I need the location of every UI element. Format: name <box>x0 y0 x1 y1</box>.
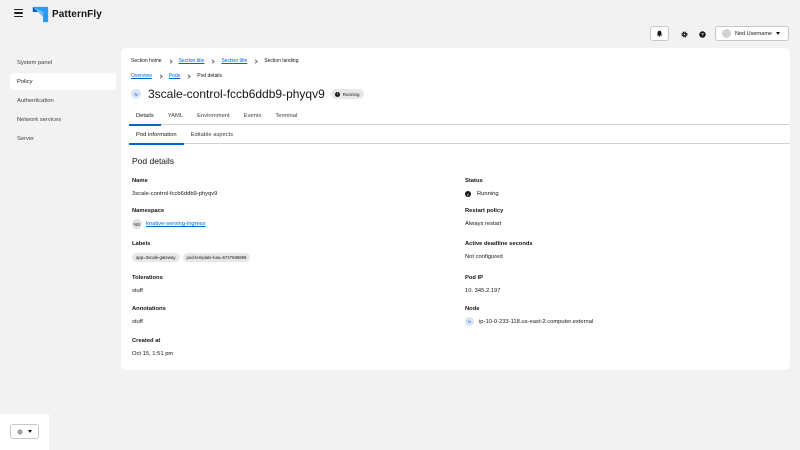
sidebar-item-server[interactable]: Server <box>10 130 116 147</box>
breadcrumb-secondary: Overview Pods Pod details <box>131 73 222 79</box>
labels-list: app=3scale-gateway pod-template-has=6747… <box>132 253 253 262</box>
settings-button[interactable] <box>678 28 690 40</box>
sidebar-item-network-services[interactable]: Network services <box>10 111 116 128</box>
name-field: Name 3scale-control-fccb6ddb9-phyqv9 <box>132 178 217 197</box>
field-value: Oct 15, 1:51 pm <box>132 351 174 357</box>
pod-ip-field: Pod IP 10. 345.2.197 <box>465 275 500 294</box>
subtab-editable-aspects[interactable]: Editable aspects <box>184 126 241 144</box>
field-label: Pod IP <box>465 275 484 281</box>
sun-icon <box>17 428 23 435</box>
tab-environment[interactable]: Environment <box>190 107 237 125</box>
help-button[interactable]: ? <box>696 28 708 40</box>
field-value: NS knative-serving-ingress <box>132 219 206 229</box>
field-label: Labels <box>132 241 151 247</box>
chevron-right-icon <box>253 58 258 64</box>
primary-tabs: Details YAML Environment Events Terminal <box>129 107 790 126</box>
status-text: Running <box>342 91 360 97</box>
main-content-card: Section home Section title Section title… <box>121 48 790 370</box>
patternfly-logo-icon <box>32 6 49 23</box>
chevron-right-icon <box>158 73 163 79</box>
field-value: stuff <box>132 288 143 294</box>
field-label: Tolerations <box>132 275 163 281</box>
field-value: Not configured <box>465 254 503 260</box>
svg-text:?: ? <box>701 32 704 37</box>
breadcrumb-item[interactable]: Section home <box>131 58 162 64</box>
status-field: Status ✓ Running <box>465 178 499 197</box>
subtab-pod-information[interactable]: Pod information <box>129 126 184 145</box>
breadcrumb-current: Section landing <box>264 58 299 64</box>
tab-yaml[interactable]: YAML <box>161 107 190 125</box>
field-value: stuff <box>132 319 143 325</box>
user-name: Ned Username <box>735 30 772 37</box>
bell-icon <box>656 30 663 37</box>
field-value: N ip-10-0-233-118.us-east-2.computer.ext… <box>465 317 593 326</box>
masthead: PatternFly ? Ned Username <box>0 0 800 46</box>
brand-logo[interactable]: PatternFly <box>32 6 102 23</box>
sidebar-item-system-panel[interactable]: System panel <box>10 54 116 71</box>
sidebar-footer <box>0 414 49 450</box>
chevron-right-icon <box>186 73 191 79</box>
breadcrumb-link[interactable]: Section title <box>221 58 247 64</box>
tab-details[interactable]: Details <box>129 107 161 126</box>
namespace-link[interactable]: knative-serving-ingress <box>146 221 206 227</box>
section-title: Pod details <box>132 156 175 166</box>
tab-terminal[interactable]: Terminal <box>268 107 304 125</box>
tab-events[interactable]: Events <box>237 107 269 125</box>
field-label: Status <box>465 178 483 184</box>
avatar <box>722 29 731 38</box>
user-dropdown[interactable]: Ned Username <box>715 26 789 41</box>
labels-field: Labels app=3scale-gateway pod-template-h… <box>132 241 253 262</box>
caret-down-icon <box>776 32 780 35</box>
node-value: ip-10-0-233-118.us-east-2.computer.exter… <box>479 318 594 325</box>
breadcrumb-link[interactable]: Overview <box>131 73 152 79</box>
sidebar-item-policy[interactable]: Policy <box>10 73 116 90</box>
breadcrumb-link[interactable]: Section title <box>179 58 205 64</box>
label-chip[interactable]: app=3scale-gateway <box>132 253 180 262</box>
tolerations-field: Tolerations stuff <box>132 275 163 294</box>
status-value: Running <box>477 191 499 197</box>
field-label: Annotations <box>132 306 166 312</box>
check-circle-icon: ✓ <box>465 191 471 197</box>
help-icon: ? <box>698 30 706 38</box>
field-value: Always restart <box>465 221 502 227</box>
page-title-row: N 3scale-control-fccb6ddb9-phyqv9 i Runn… <box>131 87 364 101</box>
breadcrumb-current: Pod details <box>197 73 222 79</box>
chevron-right-icon <box>210 58 216 64</box>
resource-badge: N <box>131 89 141 99</box>
breadcrumb-link[interactable]: Pods <box>169 73 180 79</box>
brand-name: PatternFly <box>52 9 102 20</box>
field-value: 10. 345.2.197 <box>465 288 501 294</box>
hamburger-menu-icon[interactable] <box>14 9 23 18</box>
deadline-field: Active deadline seconds Not configured <box>465 241 533 260</box>
node-badge: N <box>465 317 474 326</box>
restart-policy-field: Restart policy Always restart <box>465 208 503 227</box>
field-label: Node <box>465 306 480 312</box>
caret-down-icon <box>28 430 32 433</box>
sidebar-nav: System panel Policy Authentication Netwo… <box>10 54 116 149</box>
status-badge: i Running <box>330 89 364 99</box>
label-chip[interactable]: pod-template-has=6747686899 <box>182 253 251 262</box>
theme-toggle-button[interactable] <box>10 424 39 439</box>
info-icon: i <box>334 91 340 97</box>
field-label: Created at <box>132 338 161 344</box>
sidebar-item-authentication[interactable]: Authentication <box>10 92 116 109</box>
created-field: Created at Oct 15, 1:51 pm <box>132 338 173 357</box>
gear-icon <box>680 30 688 38</box>
field-label: Name <box>132 178 148 184</box>
field-value: ✓ Running <box>465 191 499 197</box>
breadcrumb: Section home Section title Section title… <box>131 58 299 64</box>
chevron-right-icon <box>167 58 173 64</box>
page-title: 3scale-control-fccb6ddb9-phyqv9 <box>148 87 325 101</box>
secondary-tabs: Pod information Editable aspects <box>129 126 790 145</box>
field-label: Namespace <box>132 208 165 214</box>
namespace-field: Namespace NS knative-serving-ingress <box>132 208 206 229</box>
field-label: Restart policy <box>465 208 504 214</box>
namespace-badge: NS <box>132 219 142 229</box>
annotations-field: Annotations stuff <box>132 306 166 325</box>
field-value: 3scale-control-fccb6ddb9-phyqv9 <box>132 191 218 197</box>
node-field: Node N ip-10-0-233-118.us-east-2.compute… <box>465 306 593 326</box>
field-label: Active deadline seconds <box>465 241 533 247</box>
notifications-button[interactable] <box>650 26 669 41</box>
